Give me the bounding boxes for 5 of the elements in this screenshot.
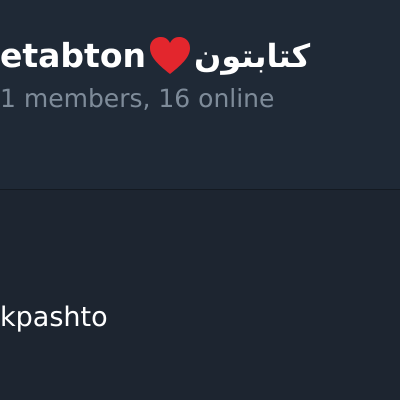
heart-icon — [148, 36, 192, 76]
message-text: kpashto — [0, 302, 109, 333]
chat-title: etabton — [0, 36, 146, 76]
chat-title-persian: کتابتون — [194, 36, 310, 76]
member-count: 1 members, 16 online — [0, 84, 276, 113]
